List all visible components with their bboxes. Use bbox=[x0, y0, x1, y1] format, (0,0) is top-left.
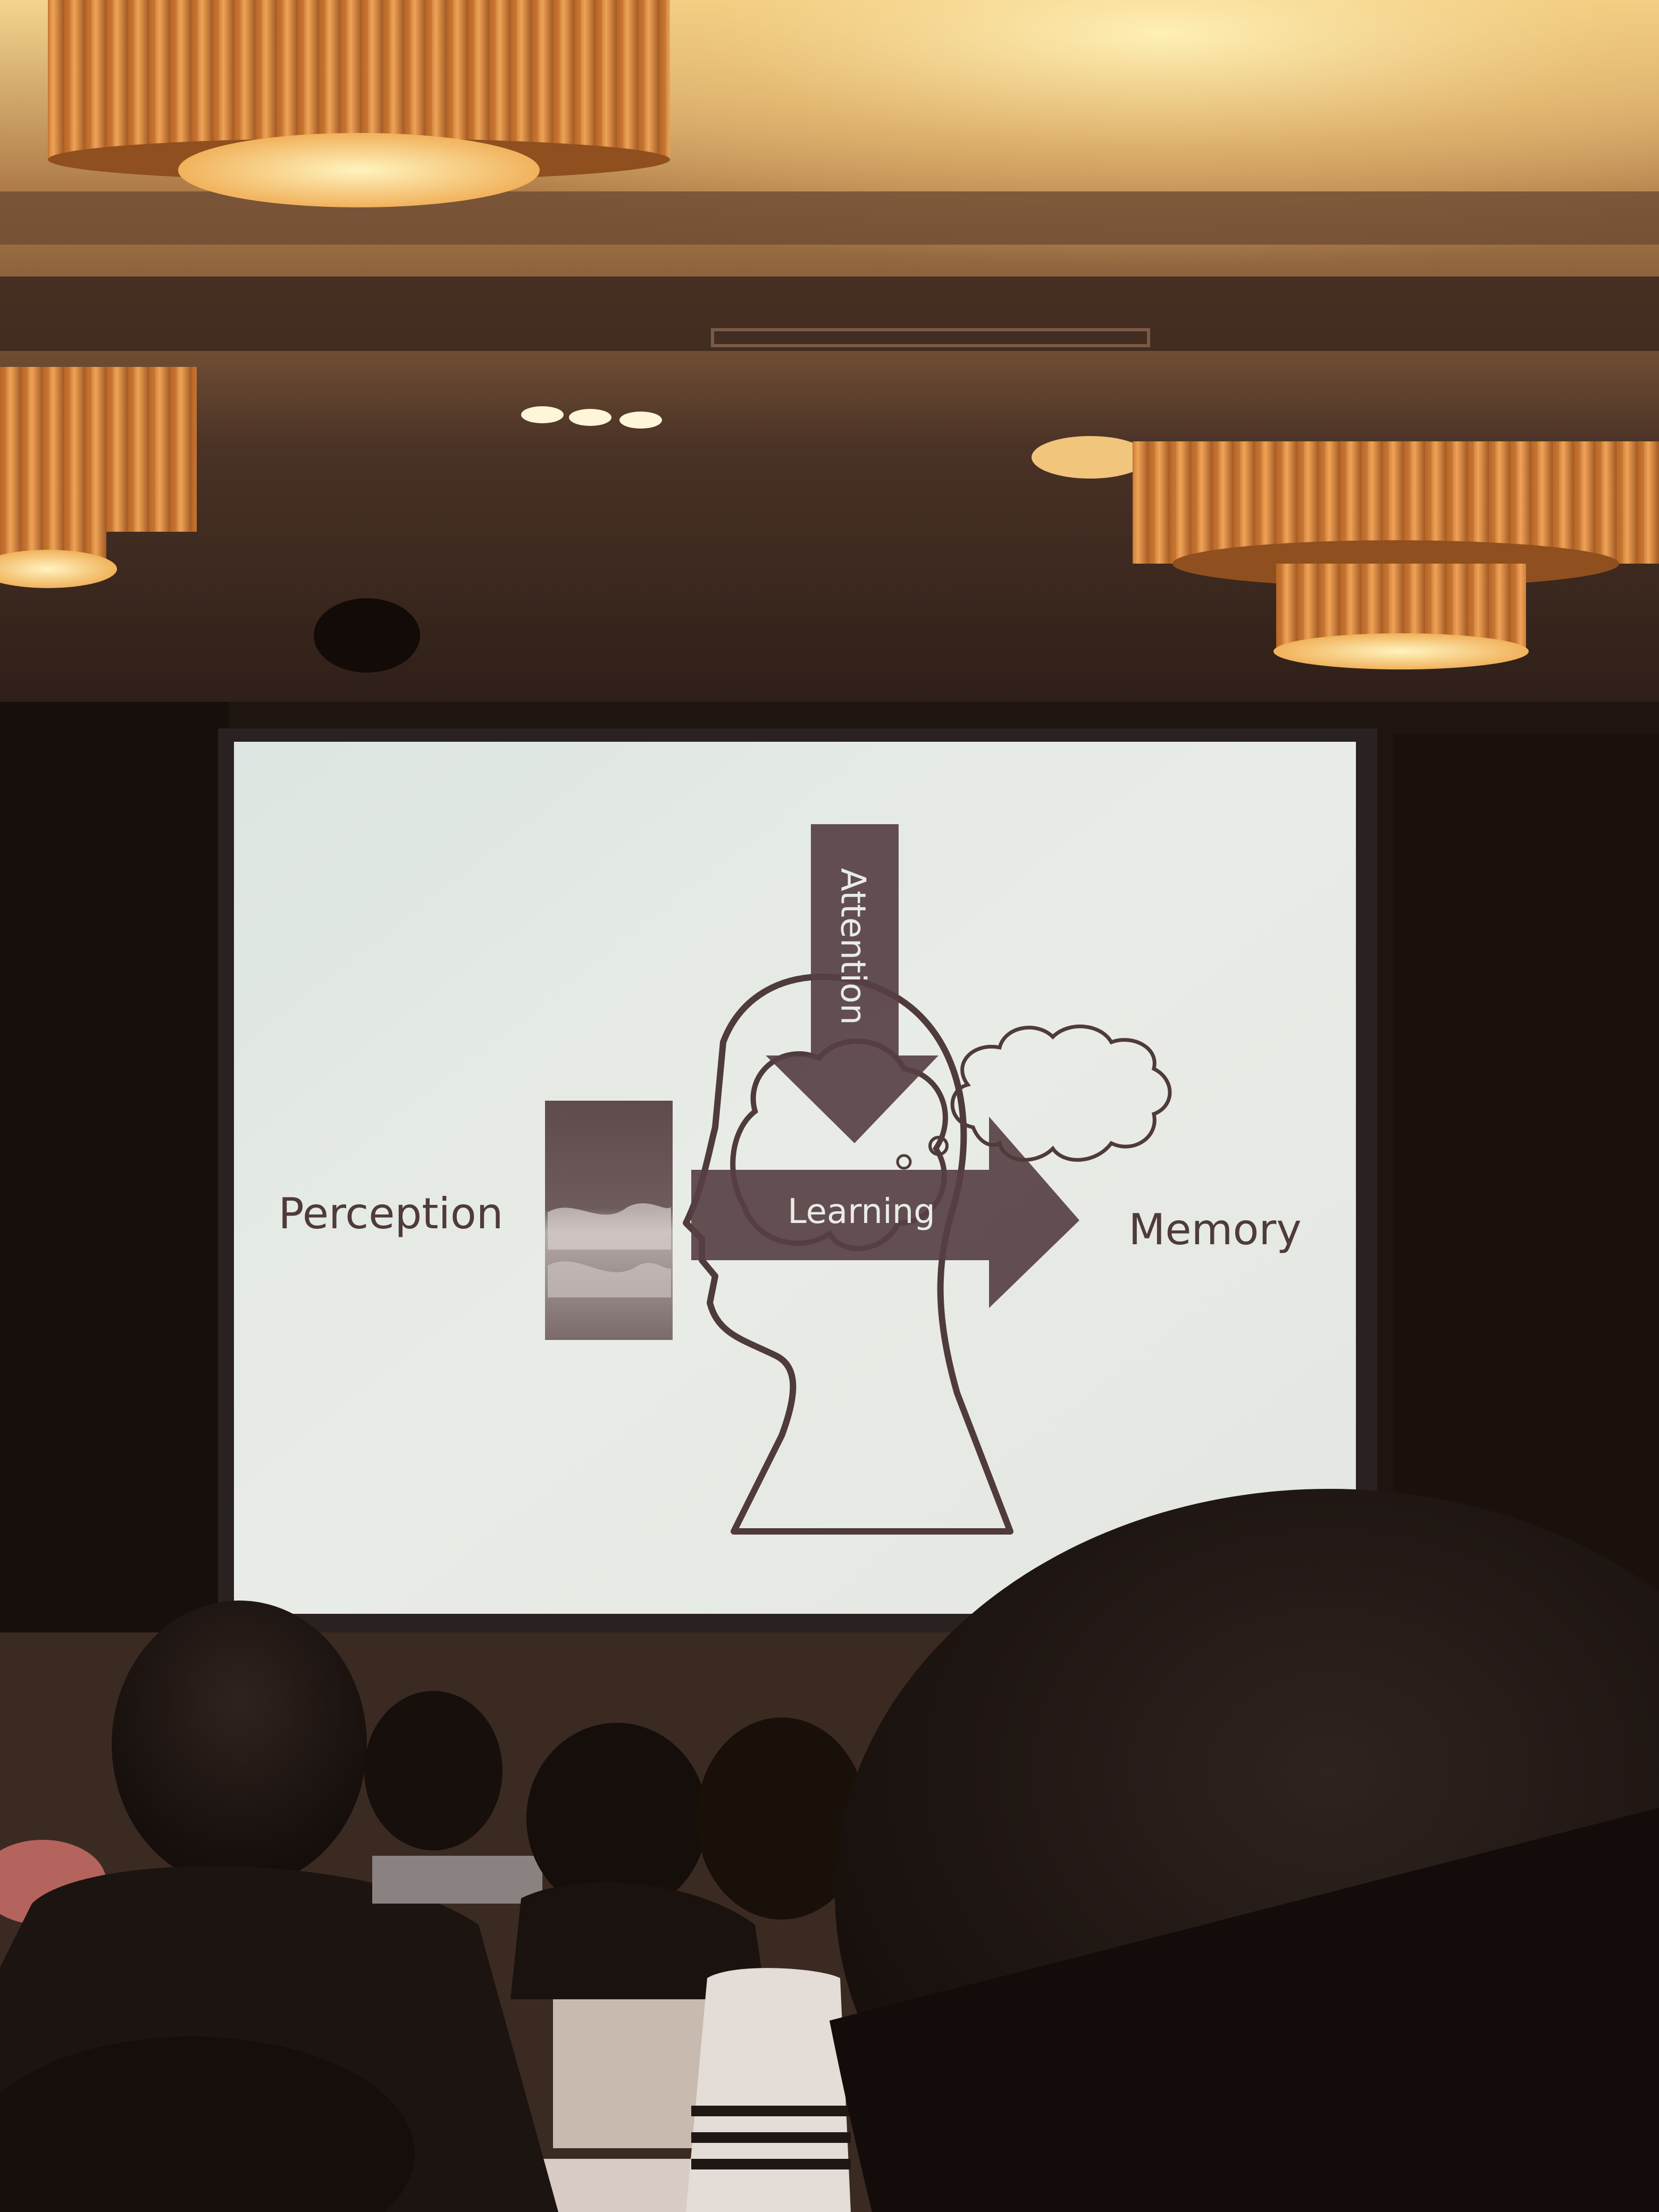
attention-label: Attention bbox=[833, 868, 872, 1025]
memory-label: Memory bbox=[1128, 1205, 1301, 1254]
shirt-stripe bbox=[691, 2106, 851, 2116]
audience-head bbox=[364, 1691, 502, 1850]
shirt-stripe bbox=[691, 2132, 851, 2143]
ceiling-camera bbox=[314, 598, 420, 673]
shirt-stripe bbox=[691, 2159, 851, 2169]
audience-head bbox=[112, 1601, 367, 1888]
perception-label: Perception bbox=[279, 1189, 504, 1238]
conference-room-photo: Attention Learning Perception Memory bbox=[0, 0, 1659, 2212]
audience-shirt bbox=[686, 1968, 851, 2212]
audience-collar bbox=[372, 1856, 542, 1904]
ceiling-beam-lower bbox=[0, 276, 1659, 351]
learning-label: Learning bbox=[787, 1192, 935, 1231]
wall-curtain-left bbox=[0, 702, 229, 1712]
